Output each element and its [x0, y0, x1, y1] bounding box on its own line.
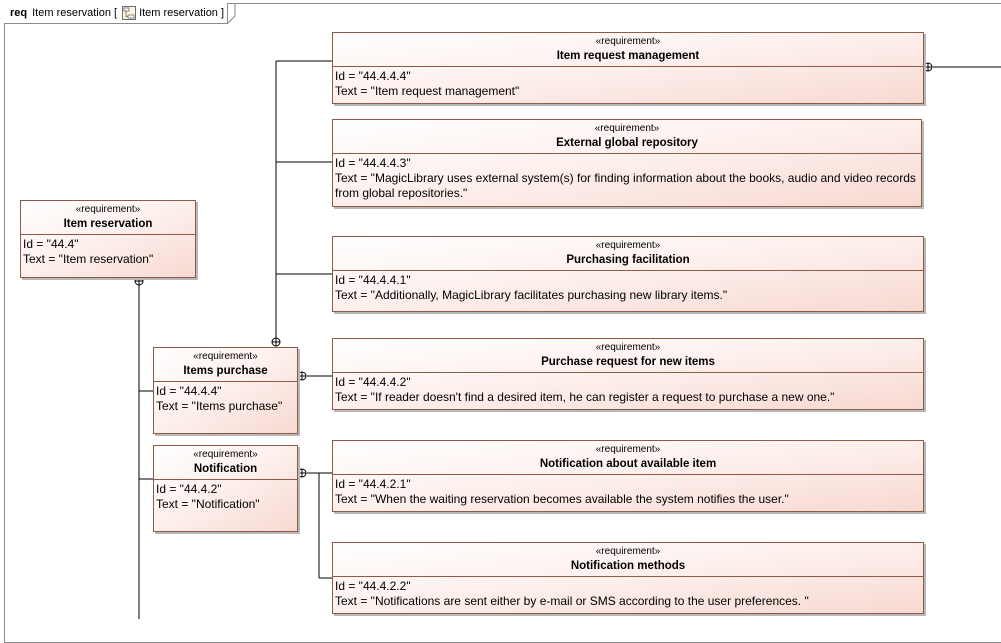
requirement-name: Item request management	[556, 50, 700, 62]
requirement-text: Text = "Item reservation"	[23, 252, 154, 266]
requirement-text: Text = "Notifications are sent either by…	[335, 594, 809, 608]
containment-circle-items-purchase-top	[271, 337, 281, 347]
containment-circle-item-request-management	[923, 62, 933, 72]
requirement-header: «requirement» Notification about availab…	[333, 441, 923, 475]
requirement-header: «requirement» Purchasing facilitation	[333, 237, 923, 271]
stereotype-label: «requirement»	[595, 444, 661, 455]
requirement-name: Item reservation	[63, 218, 153, 230]
requirement-items-purchase[interactable]: «requirement» Items purchase Id = "44.4.…	[153, 347, 298, 434]
stereotype-label: «requirement»	[595, 36, 661, 47]
requirement-name: Purchase request for new items	[541, 356, 715, 368]
requirement-notification[interactable]: «requirement» Notification Id = "44.4.2"…	[153, 445, 298, 532]
requirement-name: External global repository	[556, 137, 698, 149]
requirement-item-request-management[interactable]: «requirement» Item request management Id…	[332, 32, 924, 104]
requirement-header: «requirement» Items purchase	[154, 348, 297, 382]
requirement-name: Items purchase	[183, 365, 268, 377]
stereotype-label: «requirement»	[75, 204, 141, 215]
requirement-external-global-repository[interactable]: «requirement» External global repository…	[332, 119, 922, 207]
requirement-name: Notification about available item	[539, 458, 717, 470]
requirement-text: Text = "If reader doesn't find a desired…	[335, 390, 835, 404]
requirement-text: Text = "MagicLibrary uses external syste…	[335, 171, 916, 200]
stereotype-label: «requirement»	[595, 546, 661, 557]
requirement-notification-available[interactable]: «requirement» Notification about availab…	[332, 440, 924, 512]
requirement-header: «requirement» External global repository	[333, 120, 921, 154]
requirement-name: Purchasing facilitation	[566, 254, 690, 266]
requirement-id: Id = "44.4.4.1"	[335, 273, 411, 287]
requirement-text: Text = "Item request management"	[335, 84, 520, 98]
requirement-name: Notification methods	[570, 560, 686, 572]
requirement-id: Id = "44.4.4"	[156, 384, 222, 398]
requirement-header: «requirement» Notification	[154, 446, 297, 480]
requirement-id: Id = "44.4.2"	[156, 482, 222, 496]
requirement-header: «requirement» Purchase request for new i…	[333, 339, 923, 373]
requirement-id: Id = "44.4.2.2"	[335, 579, 411, 593]
containment-circle-items-purchase-right	[297, 371, 307, 381]
requirement-id: Id = "44.4.4.4"	[335, 69, 411, 83]
requirement-header: «requirement» Item request management	[333, 33, 923, 67]
requirement-item-reservation[interactable]: «requirement» Item reservation Id = "44.…	[20, 200, 196, 278]
requirement-id: Id = "44.4.2.1"	[335, 477, 411, 491]
requirement-header: «requirement» Item reservation	[21, 201, 195, 235]
requirement-purchasing-facilitation[interactable]: «requirement» Purchasing facilitation Id…	[332, 236, 924, 312]
containment-circle-notification-right	[297, 468, 307, 478]
stereotype-label: «requirement»	[595, 342, 661, 353]
stereotype-label: «requirement»	[594, 123, 660, 134]
requirement-purchase-request[interactable]: «requirement» Purchase request for new i…	[332, 338, 924, 410]
stereotype-label: «requirement»	[193, 449, 258, 460]
requirement-text: Text = "When the waiting reservation bec…	[335, 492, 789, 506]
requirement-text: Text = "Additionally, MagicLibrary facil…	[335, 288, 728, 302]
requirement-notification-methods[interactable]: «requirement» Notification methods Id = …	[332, 542, 924, 614]
requirement-id: Id = "44.4"	[23, 237, 79, 251]
stereotype-label: «requirement»	[595, 240, 661, 251]
requirement-id: Id = "44.4.4.2"	[335, 375, 411, 389]
stereotype-label: «requirement»	[193, 351, 258, 362]
containment-circle-item-reservation	[134, 276, 144, 286]
requirement-header: «requirement» Notification methods	[333, 543, 923, 577]
requirement-name: Notification	[193, 463, 258, 475]
requirement-text: Text = "Notification"	[156, 497, 260, 511]
requirement-text: Text = "Items purchase"	[156, 399, 283, 413]
requirement-id: Id = "44.4.4.3"	[335, 156, 411, 170]
